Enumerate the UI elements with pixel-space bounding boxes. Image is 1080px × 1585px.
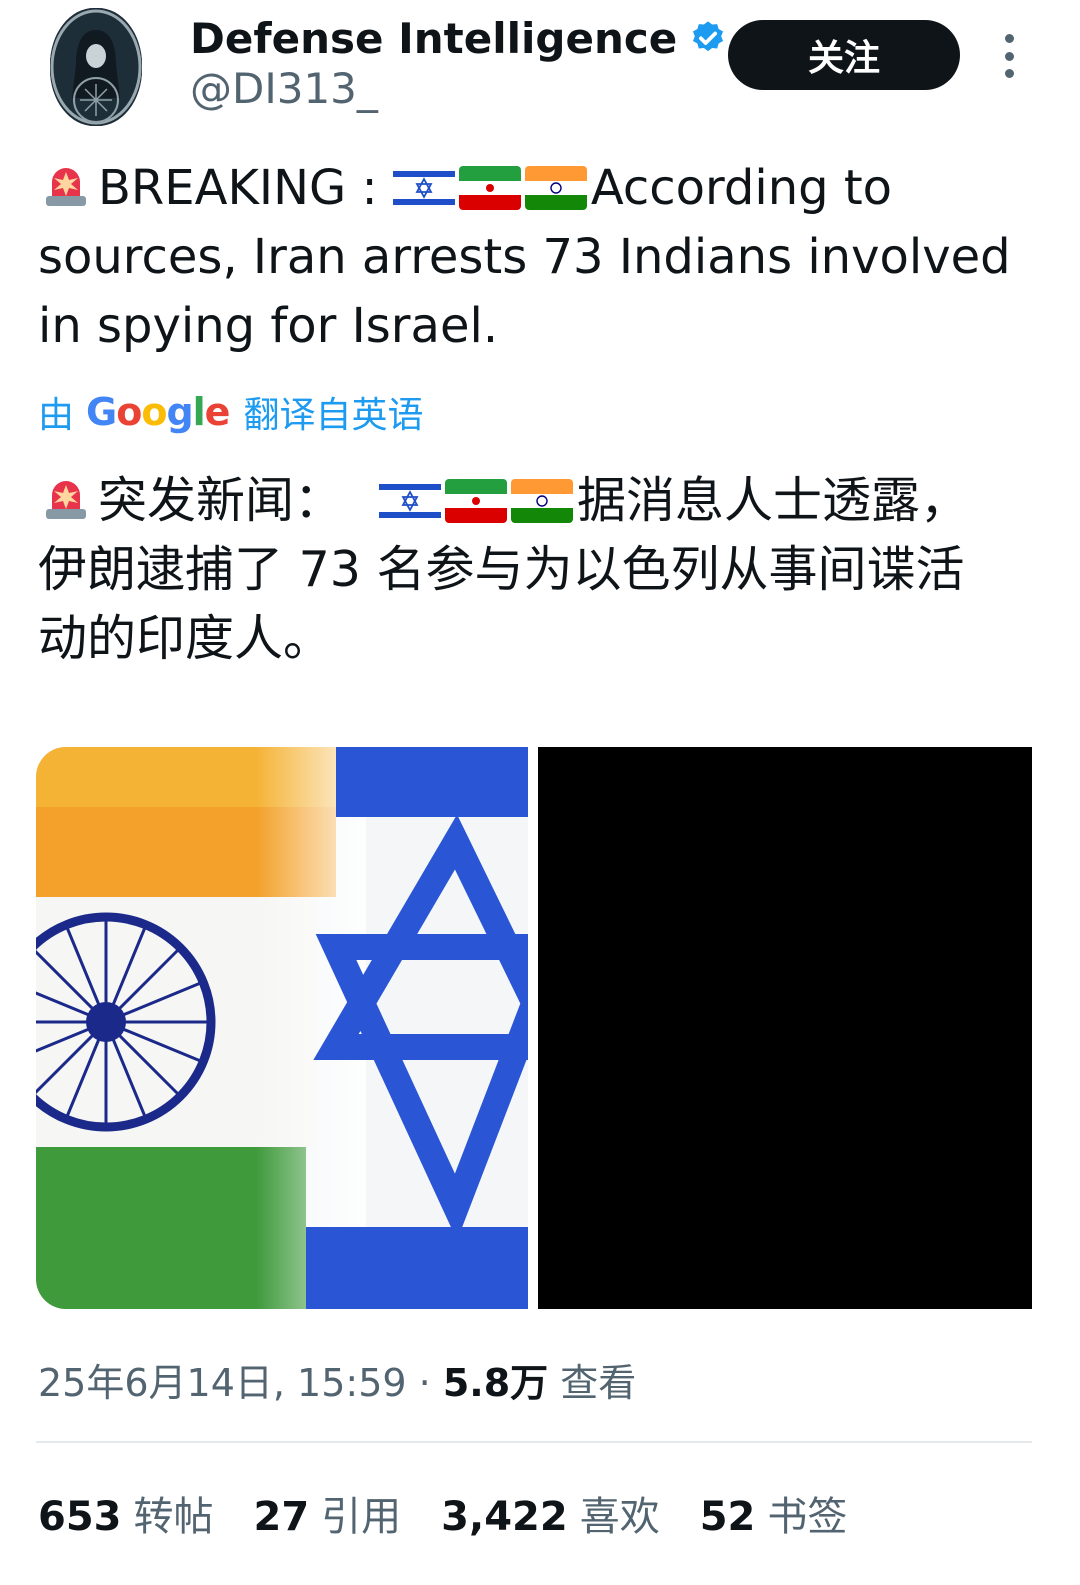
author-handle[interactable]: @DI313_ — [190, 64, 378, 113]
engagement-stats: 653 转帖 27 引用 3,422 喜欢 52 书签 — [38, 1484, 887, 1542]
translated-line-1-text: 据消息人士透露， — [577, 472, 970, 529]
india-israel-flags-image — [36, 747, 528, 1309]
translation-suffix: 翻译自英语 — [243, 395, 424, 436]
tweet-text-translated: 突发新闻： 据消息人士透露， 伊朗逮捕了 73 名参与为以色列从事间谍活 动的印… — [38, 466, 1038, 673]
author-display-name[interactable]: Defense Intelligence — [190, 14, 677, 63]
india-flag-icon — [524, 166, 587, 210]
stat-quotes[interactable]: 27 引用 — [254, 1484, 402, 1542]
translated-line-1: 突发新闻： 据消息人士透露， — [38, 466, 1038, 535]
tweet-image-flags[interactable] — [36, 747, 528, 1309]
iran-flag-icon — [445, 479, 508, 523]
divider — [36, 1441, 1032, 1443]
breaking-label: BREAKING : — [98, 160, 393, 216]
translated-line-3: 动的印度人。 — [38, 610, 333, 667]
siren-emoji-icon — [46, 481, 86, 519]
breaking-label-translated: 突发新闻： — [98, 472, 344, 529]
siren-emoji-icon — [46, 168, 86, 206]
tweet-line-1: BREAKING : According to — [38, 154, 1038, 223]
iran-flag-icon — [458, 166, 521, 210]
translation-notice[interactable]: 由 Google 翻译自英语 — [38, 384, 423, 440]
google-logo: Google — [86, 390, 230, 434]
author-avatar[interactable] — [50, 8, 142, 126]
translation-prefix: 由 — [38, 395, 75, 436]
views-label: 查看 — [560, 1361, 637, 1405]
stat-bookmarks[interactable]: 52 书签 — [700, 1484, 848, 1542]
israel-flag-icon — [379, 479, 442, 523]
avatar-image — [50, 8, 142, 126]
tweet-timestamp[interactable]: 25年6月14日, 15:59 — [38, 1361, 407, 1405]
verified-badge-icon — [693, 21, 724, 52]
tweet-image-black[interactable] — [538, 747, 1032, 1309]
meta-separator: · — [418, 1361, 431, 1405]
author-name-line[interactable]: Defense Intelligence — [190, 12, 727, 64]
tweet-line-1-text: According to — [590, 160, 893, 216]
israel-flag-icon — [392, 166, 455, 210]
tweet-meta: 25年6月14日, 15:59 · 5.8万 查看 — [38, 1352, 636, 1407]
tweet-text-original: BREAKING : According to sources, Iran ar… — [38, 154, 1038, 361]
views-count: 5.8万 — [442, 1361, 549, 1405]
tweet-line-3: in spying for Israel. — [38, 298, 499, 354]
stat-reposts[interactable]: 653 转帖 — [38, 1484, 214, 1542]
follow-button[interactable]: 关注 — [728, 20, 960, 90]
translated-line-2: 伊朗逮捕了 73 名参与为以色列从事间谍活 — [38, 541, 965, 598]
stat-likes[interactable]: 3,422 喜欢 — [441, 1484, 660, 1542]
india-flag-icon — [511, 479, 574, 523]
more-options-icon[interactable] — [996, 34, 1022, 78]
tweet-line-2: sources, Iran arrests 73 Indians involve… — [38, 229, 1011, 285]
